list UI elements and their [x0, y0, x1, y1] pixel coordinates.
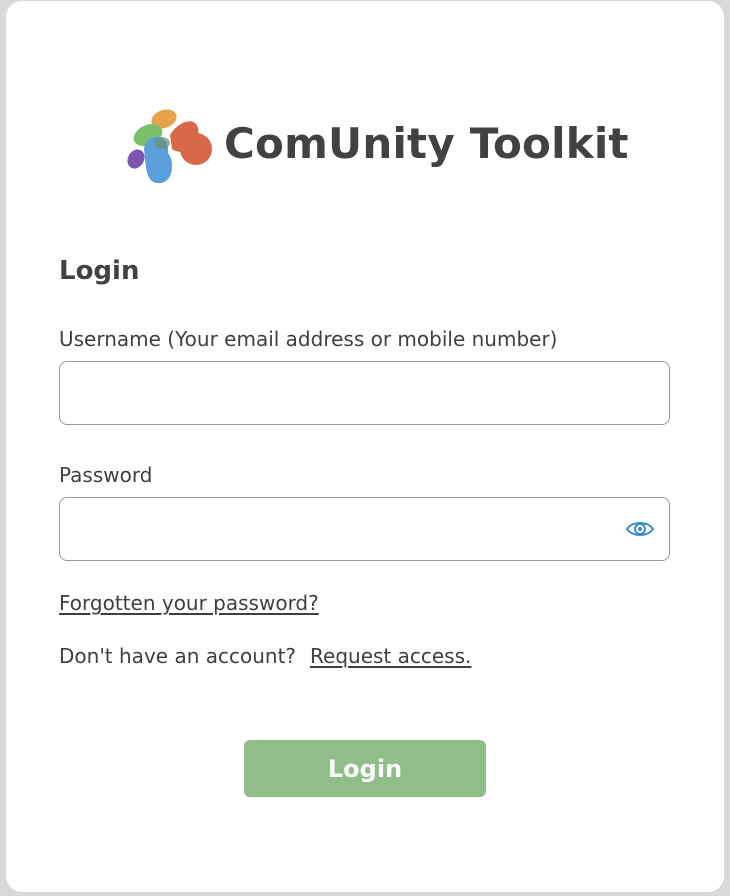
request-access-row: Don't have an account? Request access.	[59, 644, 471, 668]
request-access-link[interactable]: Request access.	[310, 644, 471, 668]
comunity-logo-icon	[127, 109, 212, 184]
username-label: Username (Your email address or mobile n…	[59, 327, 558, 351]
forgot-password-link[interactable]: Forgotten your password?	[59, 591, 319, 615]
eye-icon[interactable]	[625, 514, 655, 544]
no-account-text: Don't have an account?	[59, 644, 297, 668]
brand-name: ComUnity Toolkit	[224, 119, 629, 168]
password-field-container	[59, 497, 670, 561]
login-button[interactable]: Login	[244, 740, 486, 797]
username-field-container	[59, 361, 670, 425]
login-card: ComUnity Toolkit Login Username (Your em…	[6, 1, 724, 892]
username-input[interactable]	[60, 362, 669, 424]
password-input[interactable]	[60, 498, 669, 560]
password-label: Password	[59, 463, 153, 487]
login-heading: Login	[59, 256, 140, 286]
